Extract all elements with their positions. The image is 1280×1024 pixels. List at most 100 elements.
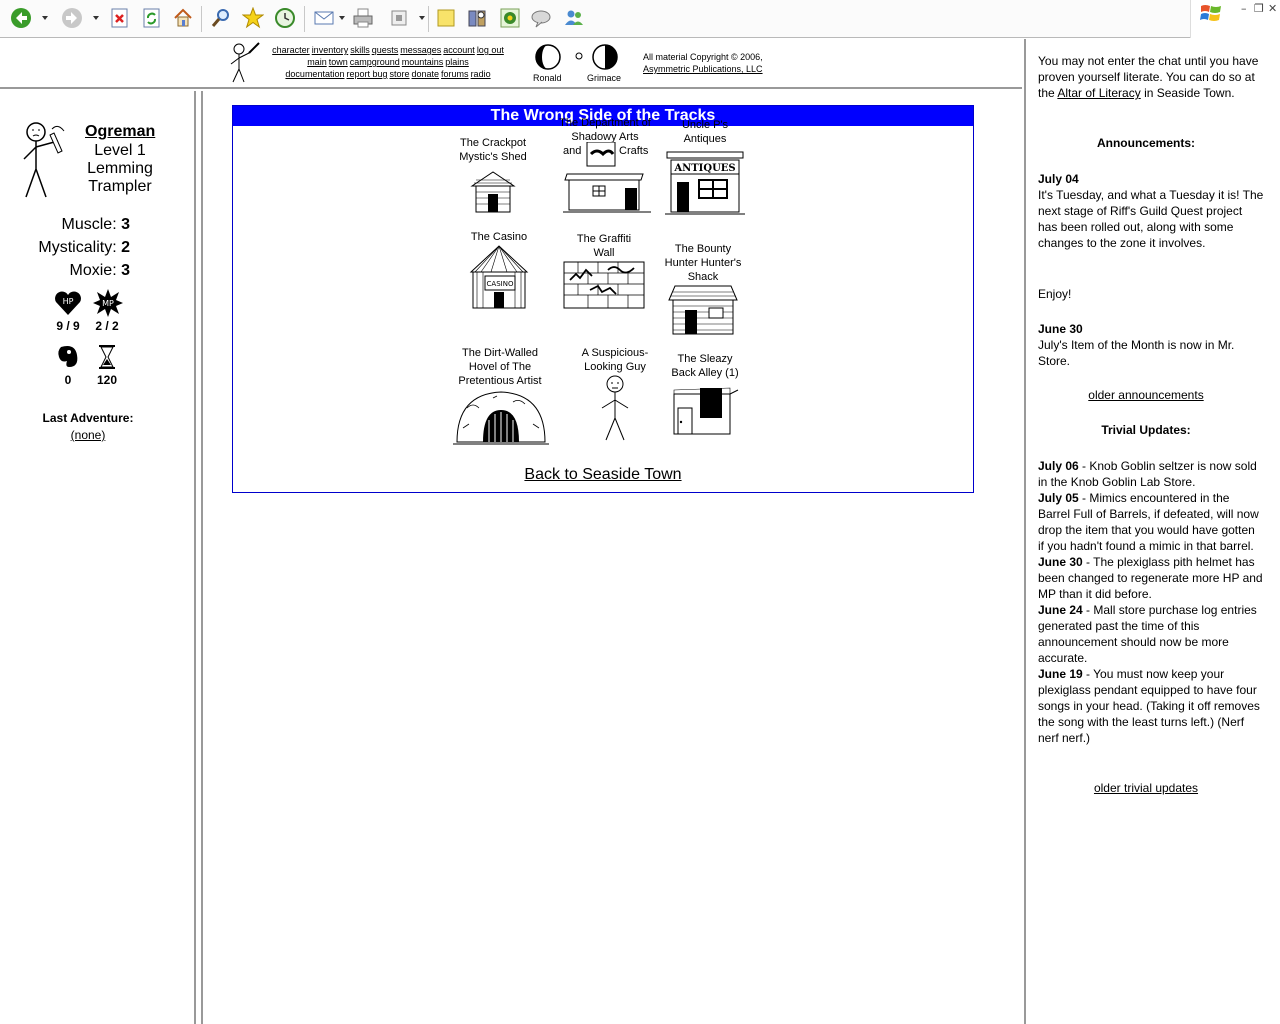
list-item: June 24 - Mall store purchase log entrie… — [1038, 602, 1264, 666]
location-uncle-ps-antiques[interactable]: Uncle P's Antiques ANTIQUES — [663, 118, 747, 222]
link-character[interactable]: character — [272, 45, 310, 55]
location-graffiti-wall[interactable]: The Graffiti Wall — [559, 232, 649, 312]
link-account[interactable]: account — [443, 45, 475, 55]
location-label: Looking Guy — [584, 361, 646, 373]
refresh-icon[interactable] — [140, 6, 164, 30]
link-plains[interactable]: plains — [445, 57, 469, 67]
edit-dropdown[interactable] — [418, 16, 426, 22]
link-report-bug[interactable]: report bug — [346, 69, 387, 79]
meat-icon — [58, 346, 78, 367]
grimace-moon-icon — [592, 44, 618, 70]
messenger-icon[interactable] — [498, 6, 522, 30]
location-label: Shack — [687, 271, 719, 283]
list-item: June 19 - You must now keep your plexigl… — [1038, 666, 1264, 746]
mail-dropdown[interactable] — [338, 16, 346, 22]
discuss-icon[interactable] — [529, 6, 553, 30]
contacts-icon[interactable] — [562, 6, 586, 30]
location-dirt-walled-hovel[interactable]: The Dirt-Walled Hovel of The Pretentious… — [453, 346, 549, 446]
hp-icon-text: HP — [63, 297, 74, 306]
close-button[interactable]: ✕ — [1268, 2, 1277, 15]
announcement-text: It's Tuesday, and what a Tuesday it is! … — [1038, 188, 1264, 250]
location-suspicious-guy[interactable]: A Suspicious- Looking Guy — [573, 346, 657, 444]
forward-arrow-icon[interactable] — [60, 6, 84, 30]
mp-icon-text: MP — [102, 299, 114, 308]
location-crackpot-mystic[interactable]: The Crackpot Mystic's Shed — [451, 136, 535, 214]
link-messages[interactable]: messages — [400, 45, 441, 55]
location-sleazy-back-alley[interactable]: The Sleazy Back Alley (1) — [665, 352, 745, 436]
altar-of-literacy-link[interactable]: Altar of Literacy — [1057, 86, 1140, 100]
list-item: July 05 - Mimics encountered in the Barr… — [1038, 490, 1264, 554]
chat-pane: You may not enter the chat until you hav… — [1024, 39, 1280, 1024]
update-date: July 05 — [1038, 491, 1079, 505]
stat-mysticality-value: 2 — [121, 239, 130, 256]
link-inventory[interactable]: inventory — [312, 45, 349, 55]
stop-icon[interactable] — [108, 6, 132, 30]
mail-icon[interactable] — [312, 6, 336, 30]
home-icon[interactable] — [171, 6, 195, 30]
main-pane: The Wrong Side of the Tracks The Crackpo… — [201, 91, 1022, 1024]
link-forums[interactable]: forums — [441, 69, 469, 79]
character-name[interactable]: Ogreman — [85, 123, 155, 141]
link-radio[interactable]: radio — [471, 69, 491, 79]
notes-icon[interactable] — [434, 6, 458, 30]
back-to-seaside-town-link[interactable]: Back to Seaside Town — [233, 466, 973, 484]
edit-icon[interactable] — [387, 6, 411, 30]
stick-figure-logo-icon — [230, 42, 260, 83]
update-date: June 30 — [1038, 555, 1083, 569]
location-bounty-hunter-shack[interactable]: The Bounty Hunter Hunter's Shack — [661, 242, 745, 336]
casino-hut-icon: CASINO — [469, 245, 529, 309]
minimize-button[interactable]: – — [1241, 2, 1247, 15]
menu-links-row-1: character inventory skills quests messages ac… — [260, 44, 516, 56]
browser-toolbar: – ❐ ✕ — [0, 0, 1280, 38]
hamburglar-moon-icon — [575, 52, 583, 60]
link-quests[interactable]: quests — [372, 45, 399, 55]
announcement-text: July's Item of the Month is now in Mr. S… — [1038, 338, 1235, 368]
link-skills[interactable]: skills — [350, 45, 370, 55]
link-campground[interactable]: campground — [350, 57, 400, 67]
stat-muscle-label: Muscle: — [61, 216, 117, 233]
location-shadowy-arts[interactable]: The Department of Shadowy Arts and Craft… — [555, 116, 655, 220]
forward-dropdown[interactable] — [92, 16, 100, 22]
location-casino[interactable]: The Casino CASINO — [459, 230, 539, 312]
chat-literacy-notice: You may not enter the chat until you hav… — [1038, 53, 1264, 101]
older-announcements-link[interactable]: older announcements — [1026, 388, 1266, 402]
print-icon[interactable] — [351, 6, 375, 30]
search-icon[interactable] — [209, 6, 233, 30]
stat-muscle: Muscle: 3 — [62, 216, 130, 234]
link-main[interactable]: main — [307, 57, 327, 67]
location-label: The Department of — [559, 117, 651, 129]
shed-icon — [470, 171, 516, 213]
stat-moxie-label: Moxie: — [69, 262, 117, 279]
character-avatar-icon[interactable] — [20, 121, 70, 201]
adventures-hourglass-icon — [99, 345, 115, 369]
location-label: Pretentious Artist — [458, 375, 542, 387]
window-controls: – ❐ ✕ — [1190, 0, 1280, 38]
character-class-line-2: Trampler — [88, 178, 152, 195]
adventures-value: 120 — [96, 373, 118, 387]
link-store[interactable]: store — [390, 69, 410, 79]
link-town[interactable]: town — [329, 57, 348, 67]
graffiti-wall-icon — [563, 261, 645, 309]
copyright-link[interactable]: Asymmetric Publications, LLC — [643, 64, 763, 74]
last-adventure-link[interactable]: (none) — [0, 428, 176, 442]
moon-label-ronald: Ronald — [533, 73, 562, 83]
link-documentation[interactable]: documentation — [285, 69, 344, 79]
back-dropdown[interactable] — [41, 16, 49, 22]
history-icon[interactable] — [273, 6, 297, 30]
back-arrow-icon[interactable] — [9, 6, 33, 30]
location-label: A Suspicious- — [581, 347, 649, 359]
stat-moxie-value: 3 — [121, 262, 130, 279]
research-icon[interactable] — [465, 6, 489, 30]
location-label: The Dirt-Walled — [462, 347, 538, 359]
announcement-july-04: July 04 It's Tuesday, and what a Tuesday… — [1038, 171, 1264, 251]
restore-button[interactable]: ❐ — [1254, 2, 1264, 15]
character-class-line-1: Lemming — [87, 160, 153, 177]
location-label: The Sleazy — [677, 353, 733, 365]
link-mountains[interactable]: mountains — [402, 57, 444, 67]
older-trivial-updates-link[interactable]: older trivial updates — [1026, 781, 1266, 795]
link-log-out[interactable]: log out — [477, 45, 504, 55]
favorites-star-icon[interactable] — [241, 6, 265, 30]
location-label: The Crackpot — [459, 137, 527, 149]
link-donate[interactable]: donate — [412, 69, 440, 79]
casino-sign-text: CASINO — [487, 280, 514, 288]
